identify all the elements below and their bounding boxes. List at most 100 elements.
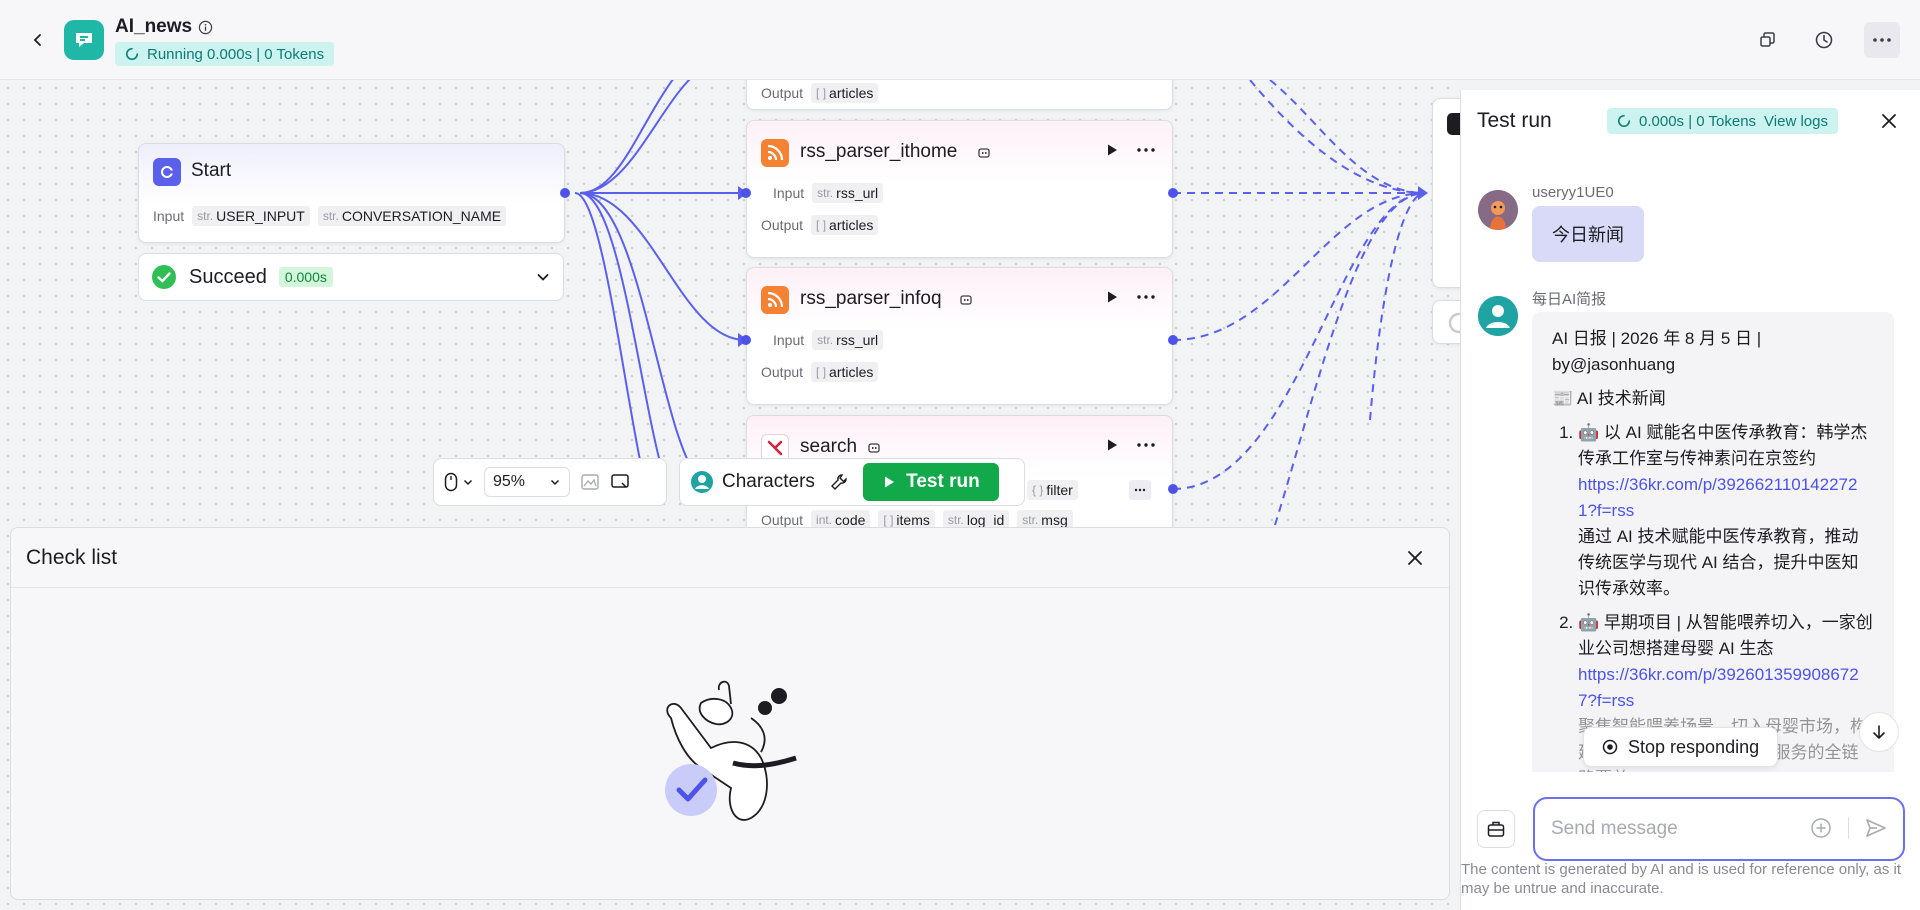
- output-label: Output: [761, 512, 804, 528]
- succeed-time: 0.000s: [278, 267, 333, 287]
- briefcase-icon: [1487, 821, 1505, 837]
- comment-icon[interactable]: [610, 473, 630, 491]
- ithome-input-port[interactable]: [741, 188, 751, 198]
- more-horizontal-icon[interactable]: [1137, 294, 1155, 300]
- test-run-close-button[interactable]: [1878, 110, 1900, 132]
- more-button[interactable]: [1864, 22, 1900, 58]
- app-name: AI_news: [115, 16, 213, 38]
- canvas-run-toolbar: Characters Test run: [679, 458, 1025, 506]
- news-item-title: 🤖 早期项目 | 从智能喂养切入，一家创业公司想搭建母婴 AI 生态: [1578, 613, 1873, 658]
- checklist-close-button[interactable]: [1403, 546, 1427, 570]
- tag-name: articles: [829, 217, 874, 233]
- bot-message-header: AI 日报 | 2026 年 8 月 5 日 | by@jasonhuang: [1552, 329, 1762, 374]
- composer-divider: [1848, 817, 1849, 839]
- toolbox-button[interactable]: [1477, 810, 1515, 848]
- message-list[interactable]: useryy1UE0 今日新闻 每日AI简报 AI 日报 | 2026 年 8 …: [1461, 152, 1920, 772]
- ithome-output-port[interactable]: [1168, 188, 1178, 198]
- scroll-to-bottom-button[interactable]: [1859, 712, 1899, 752]
- rss-icon: [761, 286, 789, 314]
- start-output-port[interactable]: [560, 188, 570, 198]
- node-start[interactable]: Start Input str. USER_INPUT str. CONVERSAT…: [138, 143, 565, 243]
- input-tag-user-input: str. USER_INPUT: [192, 206, 310, 226]
- node-top-partial[interactable]: Output [ ] articles: [746, 80, 1173, 110]
- characters-label: Characters: [722, 471, 815, 492]
- tag-name: rss_url: [836, 185, 879, 201]
- tag-name: articles: [829, 85, 874, 101]
- news-item-link[interactable]: https://36kr.com/p/3926621101422721?f=rs…: [1578, 475, 1857, 520]
- tag-name: CONVERSATION_NAME: [341, 208, 502, 224]
- more-params-button[interactable]: [1129, 480, 1151, 500]
- node-actions: [1105, 143, 1155, 157]
- test-run-title: Test run: [1477, 109, 1552, 132]
- chat-bubble-icon: [76, 33, 92, 47]
- test-run-panel: Test run 0.000s | 0 Tokens View logs use…: [1460, 90, 1920, 910]
- tag-name: code: [835, 512, 866, 528]
- wrench-icon[interactable]: [829, 472, 849, 492]
- history-button[interactable]: [1808, 24, 1840, 56]
- news-item: 🤖 以 AI 赋能名中医传承教育：韩学杰传承工作室与传神素问在京签约 https…: [1578, 420, 1874, 602]
- add-attachment-icon[interactable]: [1810, 817, 1832, 839]
- node-end-partial[interactable]: [1432, 98, 1460, 288]
- interaction-mode-button[interactable]: [444, 472, 474, 492]
- checklist-header: Check list: [11, 528, 1449, 588]
- output-tag: [ ] articles: [811, 215, 879, 235]
- user-avatar: [1478, 190, 1518, 230]
- bot-message-bubble: AI 日报 | 2026 年 8 月 5 日 | by@jasonhuang 📰…: [1532, 312, 1894, 772]
- rss-icon: [761, 139, 789, 167]
- stop-responding-label: Stop responding: [1628, 736, 1760, 757]
- end-node-icon: [1447, 113, 1460, 135]
- message-composer: [1533, 797, 1905, 861]
- play-icon[interactable]: [1105, 143, 1119, 157]
- tag-type: int.: [816, 513, 833, 527]
- close-icon: [1408, 551, 1422, 565]
- play-icon[interactable]: [1105, 290, 1119, 304]
- input-label: Input: [153, 208, 185, 224]
- bot-message-section: 📰 AI 技术新闻: [1552, 389, 1666, 408]
- loading-icon: [126, 47, 139, 60]
- tag-name: USER_INPUT: [216, 208, 305, 224]
- user-message-text: 今日新闻: [1552, 225, 1624, 245]
- play-icon[interactable]: [1105, 438, 1119, 452]
- message-input[interactable]: [1551, 818, 1781, 840]
- infoq-output-port[interactable]: [1168, 335, 1178, 345]
- more-horizontal-icon[interactable]: [1137, 147, 1155, 153]
- view-logs-link[interactable]: View logs: [1764, 113, 1828, 130]
- node-title: search: [800, 436, 858, 457]
- workflow-canvas[interactable]: Output [ ] articles Start Input str. USER_…: [0, 80, 1460, 910]
- chevron-down-icon[interactable]: [535, 269, 551, 285]
- minimap-icon[interactable]: [580, 473, 600, 491]
- test-run-label: Test run: [906, 471, 980, 492]
- stop-responding-button[interactable]: Stop responding: [1583, 727, 1779, 767]
- test-run-button[interactable]: Test run: [862, 463, 999, 501]
- zoom-select[interactable]: 95%: [484, 467, 570, 497]
- play-icon: [885, 476, 895, 488]
- copy-button[interactable]: [1752, 24, 1784, 56]
- back-button[interactable]: [26, 28, 50, 52]
- node-start-input-row: Input str. USER_INPUT str. CONVERSATION_NA…: [153, 206, 507, 226]
- news-item-summary: 通过 AI 技术赋能中医传承教育，推动传统医学与现代 AI 结合，提升中医知识传…: [1578, 527, 1859, 598]
- plugin-icon: [868, 443, 880, 453]
- tag-name: articles: [829, 364, 874, 380]
- output-tag: [ ] articles: [811, 362, 879, 382]
- node-rss-parser-infoq[interactable]: rss_parser_infoq Input str. rss_url Outpu…: [746, 267, 1173, 405]
- infoq-input-port[interactable]: [741, 335, 751, 345]
- more-horizontal-icon[interactable]: [1137, 442, 1155, 448]
- info-icon[interactable]: [198, 20, 213, 35]
- send-icon[interactable]: [1865, 817, 1887, 839]
- plugin-icon: [978, 148, 990, 158]
- input-row: Input str. rss_url: [773, 330, 884, 350]
- node-title: rss_parser_infoq: [800, 288, 942, 309]
- output-row: Output [ ] articles: [761, 215, 879, 235]
- app-logo: [64, 20, 104, 60]
- checklist-panel: Check list: [10, 527, 1450, 900]
- input-tag: str. rss_url: [812, 330, 884, 350]
- node-top-output-row: Output [ ] articles: [761, 83, 879, 103]
- tag-type: [ ]: [816, 218, 827, 232]
- characters-button[interactable]: Characters: [690, 470, 815, 494]
- test-run-status-badge: 0.000s | 0 Tokens View logs: [1607, 108, 1838, 134]
- news-item-link[interactable]: https://36kr.com/p/3926013599086727?f=rs…: [1578, 665, 1859, 710]
- node-rss-parser-ithome[interactable]: rss_parser_ithome Input str. rss_url Outp…: [746, 120, 1173, 258]
- checklist-title: Check list: [26, 545, 118, 569]
- start-succeed-bar[interactable]: Succeed 0.000s: [138, 253, 564, 301]
- search-output-port[interactable]: [1168, 484, 1178, 494]
